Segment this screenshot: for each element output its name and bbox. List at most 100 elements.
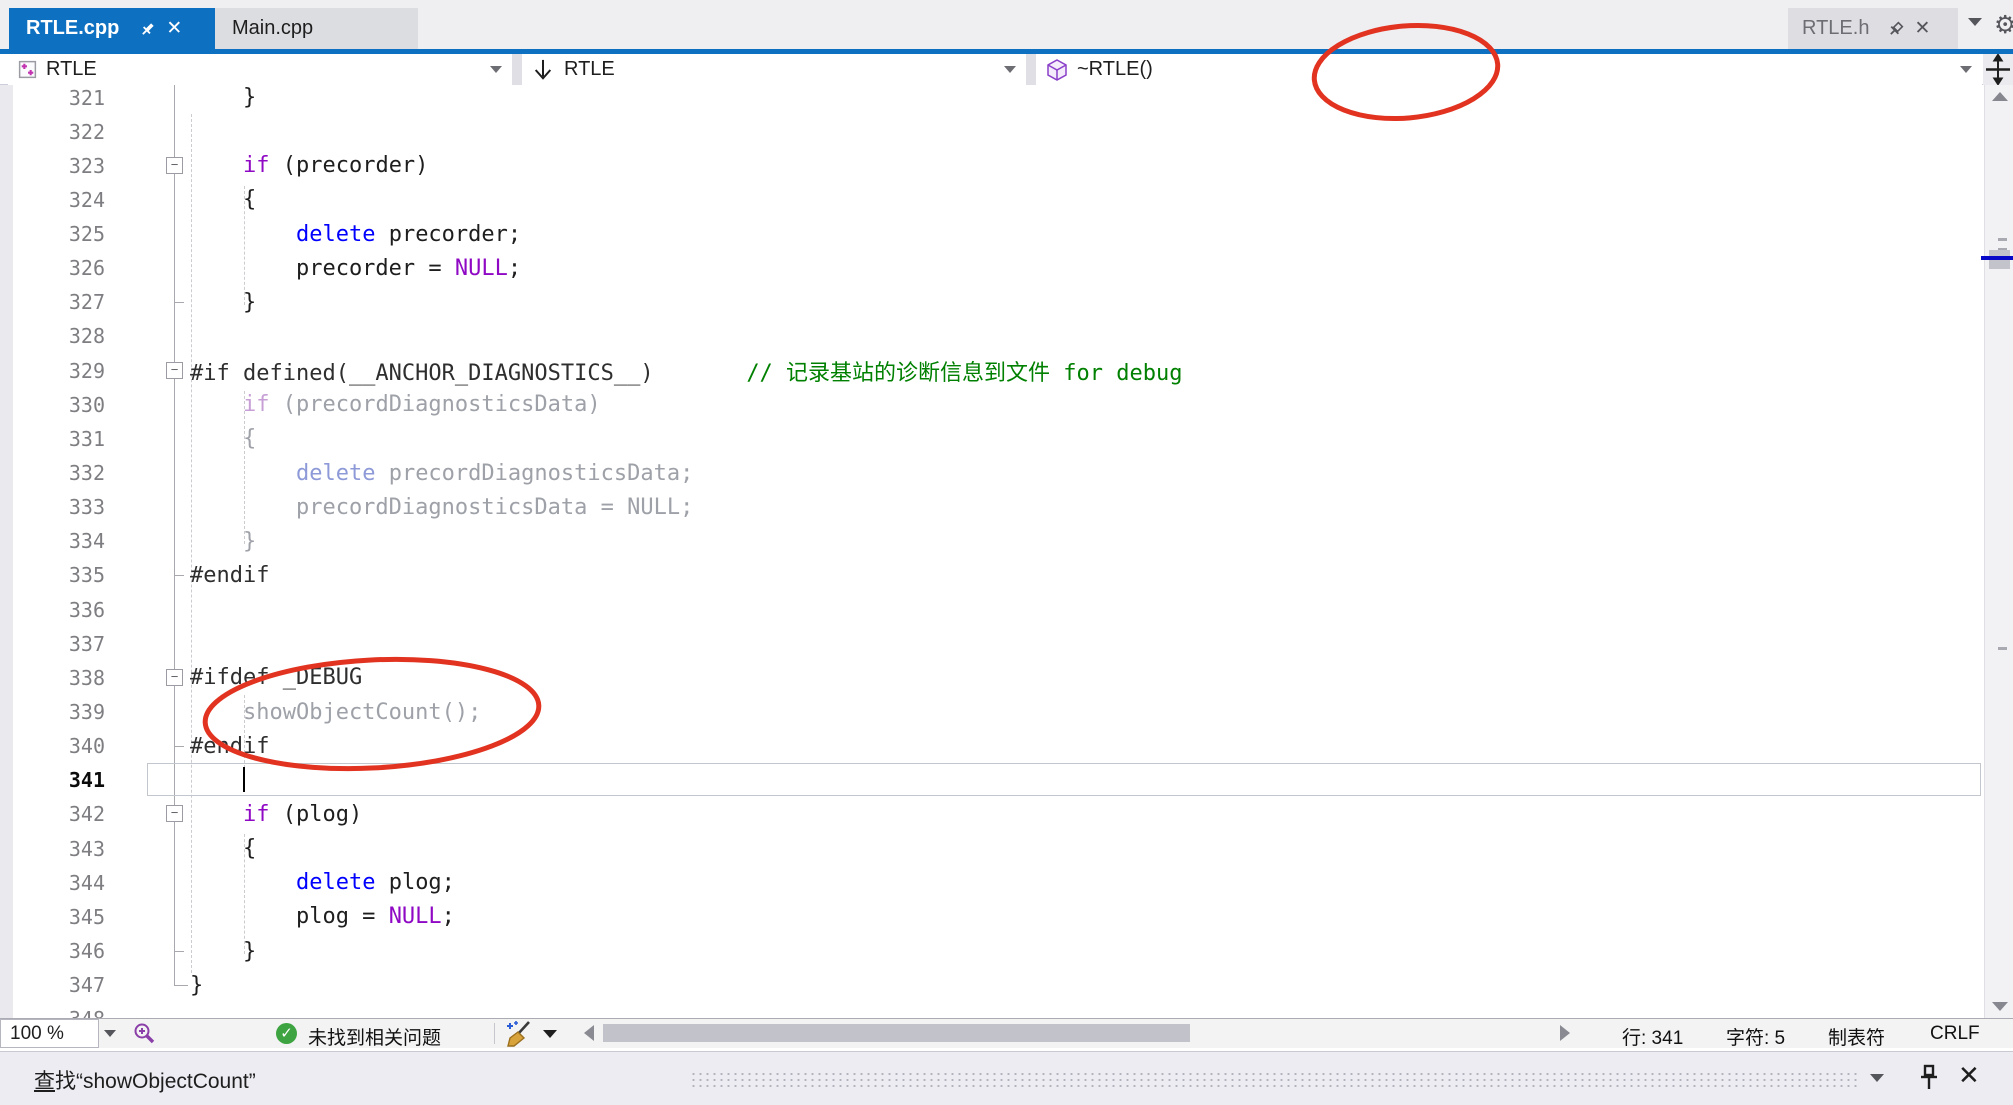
vertical-scrollbar[interactable]	[1984, 85, 2013, 1018]
arrow-down-icon	[532, 59, 554, 81]
line-number: 332	[0, 461, 105, 485]
line-number: 347	[0, 973, 105, 997]
code-line[interactable]: 331 {	[0, 421, 1984, 456]
code-cleanup-icon[interactable]	[504, 1020, 534, 1048]
split-editor-handle[interactable]	[1983, 54, 2013, 85]
tab-rtle-h-preview[interactable]: RTLE.h ✕	[1788, 8, 1958, 49]
code-line[interactable]: 329#if defined(__ANCHOR_DIAGNOSTICS__) /…	[0, 353, 1984, 388]
code-line[interactable]: 348	[0, 1002, 1984, 1018]
code-line[interactable]: 341	[0, 763, 1984, 798]
scroll-down-icon[interactable]	[1992, 1002, 2008, 1011]
code-text: {	[190, 836, 256, 861]
pin-icon[interactable]	[1918, 1064, 1940, 1092]
chevron-down-icon	[490, 66, 502, 73]
close-icon[interactable]: ✕	[1958, 1060, 1980, 1091]
close-icon[interactable]: ✕	[163, 18, 185, 40]
code-line[interactable]: 321 }	[0, 85, 1984, 115]
line-number: 328	[0, 324, 105, 348]
find-options-chevron-icon[interactable]	[1870, 1074, 1884, 1082]
code-text: #endif	[190, 734, 269, 759]
close-icon[interactable]: ✕	[1911, 18, 1933, 40]
tab-strip: RTLE.cpp ✕ Main.cpp RTLE.h ✕ ⚙	[0, 0, 2013, 49]
code-text: delete plog;	[190, 870, 455, 895]
code-line[interactable]: 337	[0, 626, 1984, 661]
divider	[494, 1023, 495, 1044]
code-line[interactable]: 334 }	[0, 524, 1984, 559]
code-line[interactable]: 339 showObjectCount();	[0, 695, 1984, 730]
code-line[interactable]: 335#endif	[0, 558, 1984, 593]
scroll-right-icon[interactable]	[1560, 1025, 1570, 1041]
code-editor[interactable]: − − − − 321 } 322 323 if (precorder)324 {325 …	[0, 85, 1984, 1018]
code-line[interactable]: 333 precordDiagnosticsData = NULL;	[0, 490, 1984, 525]
line-number: 327	[0, 290, 105, 314]
code-line[interactable]: 342 if (plog)	[0, 797, 1984, 832]
code-line[interactable]: 324 {	[0, 182, 1984, 217]
scroll-up-icon[interactable]	[1992, 92, 2008, 101]
code-line[interactable]: 347}	[0, 968, 1984, 1003]
code-line[interactable]: 326 precorder = NULL;	[0, 251, 1984, 286]
find-query-label[interactable]: 查找“showObjectCount”	[34, 1065, 256, 1095]
code-text: if (precorder)	[190, 153, 428, 178]
navigation-bar: RTLE RTLE ~RTLE()	[0, 54, 2013, 85]
tab-list-chevron-icon[interactable]	[1968, 18, 1982, 26]
line-number: 334	[0, 529, 105, 553]
member-dropdown[interactable]: ~RTLE()	[1036, 54, 1982, 85]
dropdown-value: RTLE	[564, 58, 615, 81]
char-indicator[interactable]: 字符: 5	[1726, 1023, 1785, 1050]
line-number: 333	[0, 495, 105, 519]
project-scope-dropdown[interactable]: RTLE	[8, 54, 512, 85]
gear-icon[interactable]: ⚙	[1994, 10, 2013, 40]
fold-toggle[interactable]: −	[166, 669, 183, 686]
line-number: 339	[0, 700, 105, 724]
code-line[interactable]: 332 delete precordDiagnosticsData;	[0, 456, 1984, 491]
code-line[interactable]: 345 plog = NULL;	[0, 899, 1984, 934]
line-number: 348	[0, 1007, 105, 1018]
code-line[interactable]: 323 if (precorder)	[0, 148, 1984, 183]
fold-toggle[interactable]: −	[166, 157, 183, 174]
line-number: 338	[0, 666, 105, 690]
code-line[interactable]: 346 }	[0, 934, 1984, 969]
code-line[interactable]: 344 delete plog;	[0, 865, 1984, 900]
tab-label: RTLE.cpp	[26, 17, 119, 40]
line-number: 345	[0, 905, 105, 929]
type-dropdown[interactable]: RTLE	[522, 54, 1026, 85]
text-caret	[243, 767, 245, 792]
line-number: 326	[0, 256, 105, 280]
pin-icon[interactable]	[137, 18, 159, 40]
tab-label: Main.cpp	[232, 17, 313, 40]
chevron-down-icon	[1960, 66, 1972, 73]
access-key: 查	[34, 1070, 55, 1093]
chevron-down-icon	[1004, 66, 1016, 73]
line-number: 322	[0, 120, 105, 144]
scroll-left-icon[interactable]	[584, 1025, 594, 1041]
code-line[interactable]: 336	[0, 592, 1984, 627]
code-text: #if defined(__ANCHOR_DIAGNOSTICS__) // 记…	[190, 355, 1183, 387]
horizontal-scrollbar-thumb[interactable]	[603, 1024, 1190, 1042]
line-number: 340	[0, 734, 105, 758]
code-cleanup-chevron-icon[interactable]	[543, 1030, 557, 1038]
code-text: }	[190, 290, 256, 315]
zoom-chevron-icon[interactable]	[104, 1030, 116, 1037]
code-line[interactable]: 327 }	[0, 285, 1984, 320]
line-indicator[interactable]: 行: 341	[1622, 1023, 1683, 1050]
code-line[interactable]: 328	[0, 319, 1984, 354]
keep-open-icon[interactable]	[1885, 18, 1907, 40]
code-line[interactable]: 322	[0, 114, 1984, 149]
eol-indicator[interactable]: CRLF	[1930, 1023, 1980, 1045]
quick-actions-icon[interactable]	[132, 1021, 158, 1047]
tabs-indicator[interactable]: 制表符	[1828, 1023, 1885, 1050]
code-line[interactable]: 343 {	[0, 831, 1984, 866]
code-text: }	[190, 939, 256, 964]
check-circle-icon: ✓	[276, 1023, 297, 1044]
code-line[interactable]: 330 if (precordDiagnosticsData)	[0, 387, 1984, 422]
tab-main-cpp[interactable]: Main.cpp	[215, 8, 418, 49]
caret-position-mark	[1981, 256, 2013, 260]
fold-toggle[interactable]: −	[166, 362, 183, 379]
problems-status-text: 未找到相关问题	[308, 1023, 441, 1050]
code-line[interactable]: 340 #endif	[0, 729, 1984, 764]
fold-toggle[interactable]: −	[166, 805, 183, 822]
zoom-selector[interactable]: 100 %	[0, 1019, 99, 1048]
code-line[interactable]: 325 delete precorder;	[0, 217, 1984, 252]
code-line[interactable]: 338#ifdef _DEBUG	[0, 660, 1984, 695]
tab-rtle-cpp[interactable]: RTLE.cpp ✕	[9, 8, 215, 49]
